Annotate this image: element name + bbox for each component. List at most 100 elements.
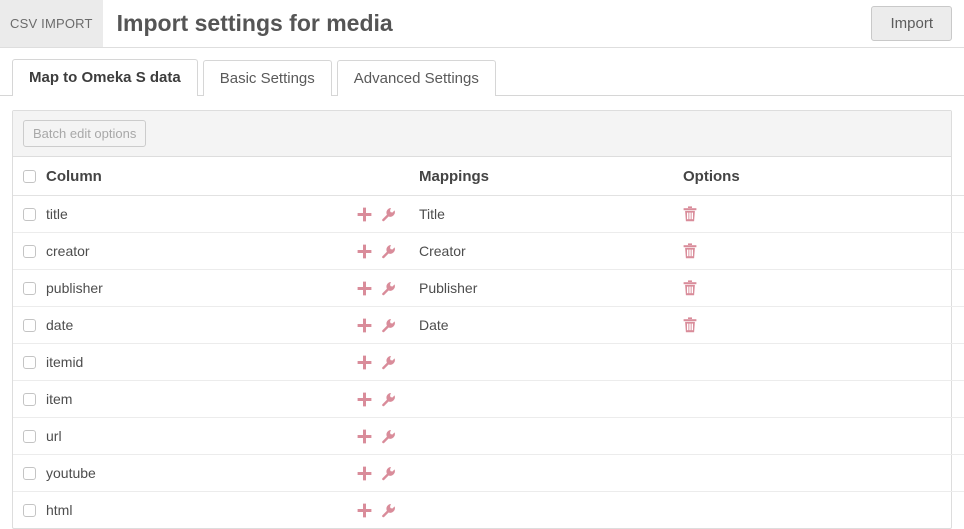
- plus-icon[interactable]: [357, 392, 372, 407]
- cell-options: [673, 343, 964, 381]
- column-name: youtube: [46, 465, 96, 481]
- header-column: Column: [13, 157, 355, 196]
- import-button[interactable]: Import: [871, 6, 952, 41]
- tab-map-to-omeka-s-data[interactable]: Map to Omeka S data: [12, 59, 198, 96]
- plus-icon[interactable]: [357, 207, 372, 222]
- column-name: creator: [46, 243, 90, 259]
- table-row: youtube: [13, 454, 964, 492]
- row-checkbox[interactable]: [23, 503, 36, 517]
- table-row: url: [13, 417, 964, 455]
- plus-icon[interactable]: [357, 503, 372, 518]
- row-action-icons: [355, 318, 419, 333]
- cell-options: [673, 269, 964, 307]
- select-all-checkbox[interactable]: [23, 169, 36, 183]
- column-name: url: [46, 428, 62, 444]
- wrench-icon[interactable]: [381, 355, 396, 370]
- table-row: date Date: [13, 306, 964, 344]
- cell-mappings: Publisher: [355, 269, 673, 307]
- plus-icon[interactable]: [357, 355, 372, 370]
- cell-mappings: Creator: [355, 232, 673, 270]
- mapping-label: Publisher: [419, 280, 478, 296]
- row-action-icons: [355, 281, 419, 296]
- row-checkbox[interactable]: [23, 318, 36, 332]
- row-action-icons: [355, 355, 419, 370]
- cell-column: title: [13, 195, 355, 233]
- tab-bar: Map to Omeka S data Basic Settings Advan…: [0, 48, 964, 96]
- cell-column: date: [13, 306, 355, 344]
- cell-options: [673, 232, 964, 270]
- cell-column: youtube: [13, 454, 355, 492]
- cell-mappings: [355, 492, 673, 529]
- row-action-icons: [355, 392, 419, 407]
- tab-advanced-settings[interactable]: Advanced Settings: [336, 60, 496, 96]
- row-action-icons: [355, 244, 419, 259]
- csv-import-badge: CSV IMPORT: [0, 0, 103, 47]
- header-column-label: Column: [46, 167, 102, 185]
- plus-icon[interactable]: [357, 429, 372, 444]
- table-head: Column Mappings Options: [13, 157, 964, 196]
- row-checkbox[interactable]: [23, 244, 36, 258]
- wrench-icon[interactable]: [381, 281, 396, 296]
- plus-icon[interactable]: [357, 244, 372, 259]
- batch-toolbar: Batch edit options: [13, 111, 951, 157]
- cell-column: creator: [13, 232, 355, 270]
- table-row: html: [13, 492, 964, 529]
- column-name: html: [46, 502, 73, 518]
- trash-icon[interactable]: [683, 317, 697, 333]
- header-options: Options: [673, 157, 964, 196]
- page-title: Import settings for media: [116, 10, 393, 36]
- wrench-icon[interactable]: [381, 429, 396, 444]
- row-checkbox[interactable]: [23, 207, 36, 221]
- table-body: title Title creator Creator publisher Publish…: [13, 195, 964, 529]
- plus-icon[interactable]: [357, 466, 372, 481]
- plus-icon[interactable]: [357, 281, 372, 296]
- wrench-icon[interactable]: [381, 466, 396, 481]
- cell-mappings: [355, 343, 673, 381]
- table-row: publisher Publisher: [13, 269, 964, 307]
- mapping-label: Title: [419, 206, 445, 222]
- cell-column: html: [13, 492, 355, 529]
- tab-basic-settings[interactable]: Basic Settings: [202, 60, 332, 96]
- cell-mappings: [355, 380, 673, 418]
- cell-mappings: [355, 417, 673, 455]
- table-row: itemid: [13, 343, 964, 381]
- table-row: title Title: [13, 195, 964, 233]
- delete-mapping-button[interactable]: [683, 280, 964, 296]
- row-checkbox[interactable]: [23, 466, 36, 480]
- trash-icon[interactable]: [683, 206, 697, 222]
- delete-mapping-button[interactable]: [683, 243, 964, 259]
- cell-options: [673, 454, 964, 492]
- column-name: itemid: [46, 354, 84, 370]
- cell-mappings: Title: [355, 195, 673, 233]
- plus-icon[interactable]: [357, 318, 372, 333]
- row-checkbox[interactable]: [23, 355, 36, 369]
- table-row: item: [13, 380, 964, 418]
- column-name: item: [46, 391, 73, 407]
- trash-icon[interactable]: [683, 280, 697, 296]
- header-mappings-label: Mappings: [419, 167, 489, 185]
- delete-mapping-button[interactable]: [683, 317, 964, 333]
- header-mappings: Mappings: [355, 157, 673, 196]
- trash-icon[interactable]: [683, 243, 697, 259]
- column-name: date: [46, 317, 74, 333]
- wrench-icon[interactable]: [381, 318, 396, 333]
- row-action-icons: [355, 466, 419, 481]
- wrench-icon[interactable]: [381, 392, 396, 407]
- cell-options: [673, 380, 964, 418]
- row-checkbox[interactable]: [23, 429, 36, 443]
- cell-options: [673, 195, 964, 233]
- delete-mapping-button[interactable]: [683, 206, 964, 222]
- row-action-icons: [355, 207, 419, 222]
- cell-column: url: [13, 417, 355, 455]
- wrench-icon[interactable]: [381, 207, 396, 222]
- mapping-table-container: Batch edit options Column Mappings Optio…: [12, 110, 964, 529]
- batch-edit-options-button[interactable]: Batch edit options: [23, 120, 147, 147]
- wrench-icon[interactable]: [381, 503, 396, 518]
- wrench-icon[interactable]: [381, 244, 396, 259]
- row-checkbox[interactable]: [23, 392, 36, 406]
- row-checkbox[interactable]: [23, 281, 36, 295]
- mapping-table: Column Mappings Options title Title creato…: [13, 157, 964, 528]
- cell-column: publisher: [13, 269, 355, 307]
- mapping-label: Creator: [419, 243, 466, 259]
- page-header: CSV IMPORT Import settings for media Imp…: [0, 0, 964, 48]
